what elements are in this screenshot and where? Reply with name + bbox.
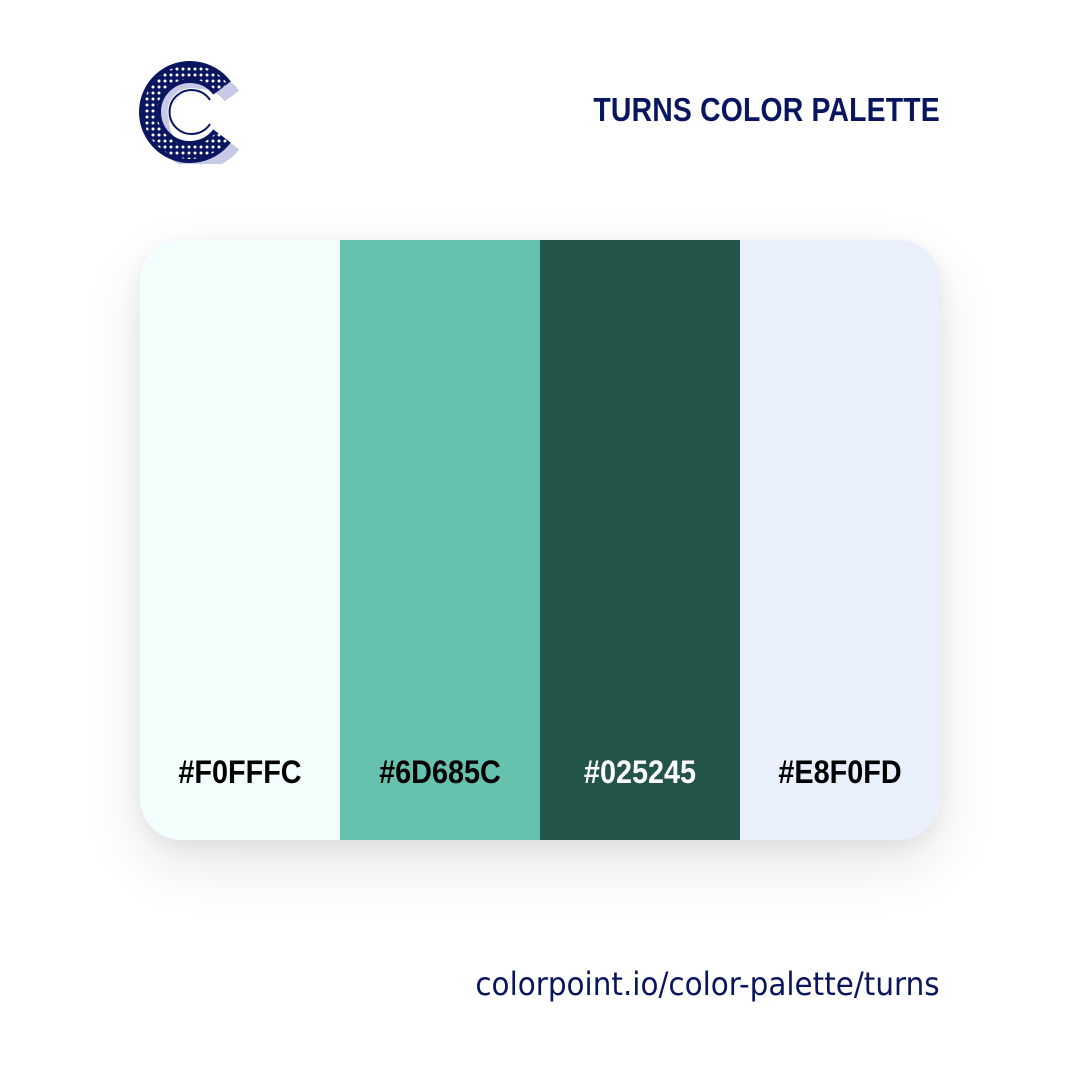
palette-url-link[interactable]: colorpoint.io/color-palette/turns: [476, 962, 940, 1006]
swatch-hex-label: #6D685C: [379, 754, 501, 790]
swatch-hex-label: #025245: [583, 754, 697, 790]
palette-card: #F0FFFC #6D685C #025245 #E8F0FD: [140, 240, 940, 840]
swatch-hex-label: #E8F0FD: [778, 754, 902, 790]
swatch-1[interactable]: #F0FFFC: [140, 240, 340, 840]
swatch-3[interactable]: #025245: [540, 240, 740, 840]
palette-title: TURNS COLOR PALETTE: [593, 91, 940, 128]
swatch-hex-label: #F0FFFC: [178, 754, 302, 790]
swatch-4[interactable]: #E8F0FD: [740, 240, 940, 840]
colorpoint-logo-icon: [138, 60, 240, 169]
swatch-2[interactable]: #6D685C: [340, 240, 540, 840]
